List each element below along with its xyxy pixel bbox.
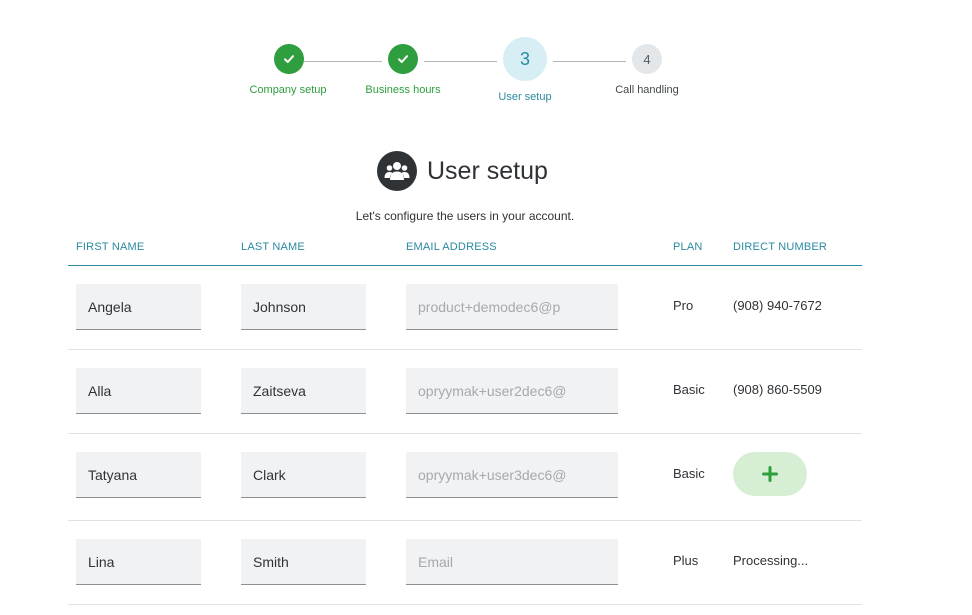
add-direct-number-button[interactable] [733,452,807,496]
step-connector [304,61,382,62]
section-heading: User setup [377,151,548,191]
direct-number-status: Processing... [733,553,809,568]
step-1-label: Company setup [249,84,327,96]
last-name-field[interactable]: Johnson [241,284,366,330]
last-name-field[interactable]: Zaitseva [241,368,366,414]
checkmark-icon [398,55,408,63]
first-name-field[interactable]: Lina [76,539,201,585]
page-title: User setup [427,156,548,185]
plan-label: Basic [673,382,705,397]
table-row: Tatyana Clark opryymak+user3dec6@ Basic [68,434,862,521]
step-4-label: Call handling [615,84,679,96]
setup-stepper: Company setup Business hours 3 User setu… [0,0,972,120]
checkmark-icon [284,55,294,63]
step-2-complete[interactable] [388,44,418,74]
email-field[interactable]: opryymak+user3dec6@ [406,452,618,498]
last-name-field[interactable]: Smith [241,539,366,585]
step-3-current: 3 [503,37,547,81]
column-plan: PLAN [673,241,703,253]
plus-icon [762,466,778,482]
email-field[interactable]: opryymak+user2dec6@ [406,368,618,414]
direct-number: (908) 860-5509 [733,382,822,397]
column-direct-number: DIRECT NUMBER [733,241,828,253]
column-last-name: LAST NAME [241,241,305,253]
email-field[interactable]: Email [406,539,618,585]
page-subtitle: Let's configure the users in your accoun… [355,209,575,223]
table-row: Lina Smith Email Plus Processing... [68,521,862,605]
step-1-complete[interactable] [274,44,304,74]
step-connector [553,61,626,62]
plan-label: Pro [673,298,694,313]
last-name-field[interactable]: Clark [241,452,366,498]
plan-label: Plus [673,553,699,568]
step-3-label: User setup [498,91,552,103]
first-name-field[interactable]: Angela [76,284,201,330]
users-table-header: FIRST NAME LAST NAME EMAIL ADDRESS PLAN … [68,238,862,266]
table-row: Angela Johnson product+demodec6@p Pro (9… [68,266,862,350]
direct-number: (908) 940-7672 [733,298,822,313]
step-connector [424,61,497,62]
table-row: Alla Zaitseva opryymak+user2dec6@ Basic … [68,350,862,434]
plan-label: Basic [673,466,705,481]
column-email-address: EMAIL ADDRESS [406,241,497,253]
step-4-pending: 4 [632,44,662,74]
step-2-label: Business hours [365,84,441,96]
email-field[interactable]: product+demodec6@p [406,284,618,330]
first-name-field[interactable]: Tatyana [76,452,201,498]
column-first-name: FIRST NAME [76,241,145,253]
users-group-icon [377,151,417,191]
first-name-field[interactable]: Alla [76,368,201,414]
